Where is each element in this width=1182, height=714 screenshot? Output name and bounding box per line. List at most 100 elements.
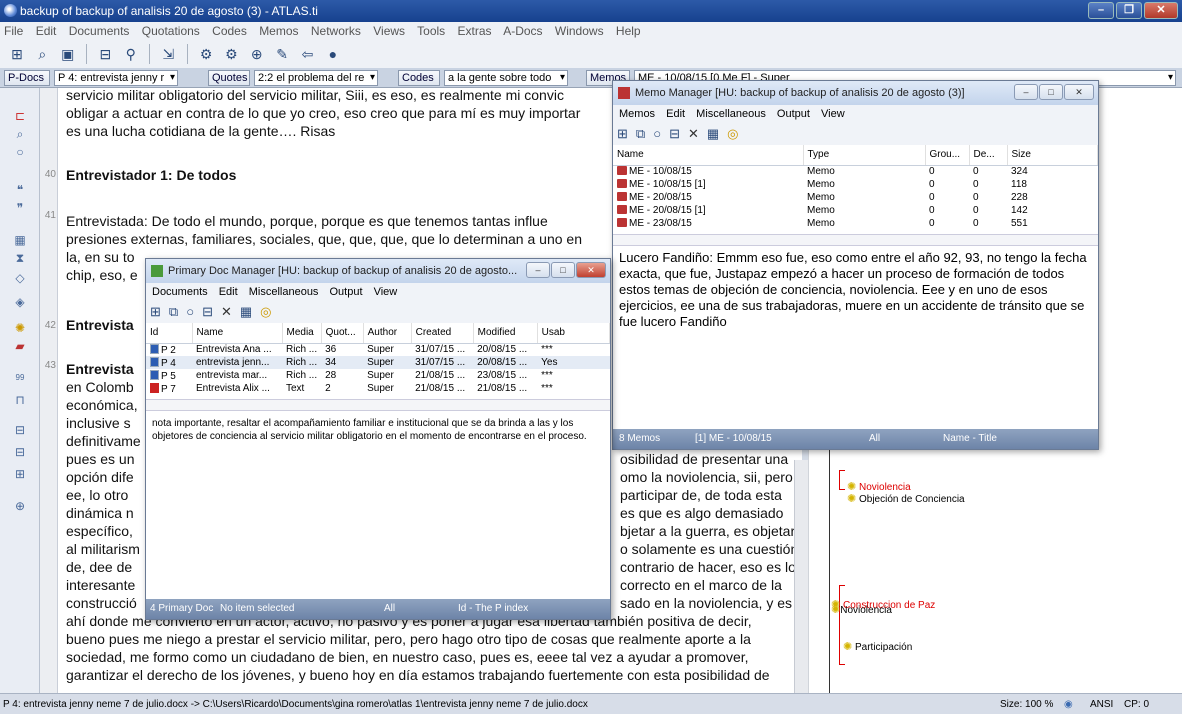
split-icon[interactable]: ⊞ — [12, 466, 28, 482]
close-button[interactable]: ✕ — [576, 262, 606, 278]
import-icon[interactable]: ⇲ — [157, 43, 179, 65]
codes-dropdown[interactable]: a la gente sobre todo — [444, 70, 568, 86]
column-header[interactable]: Created — [411, 323, 474, 344]
column-header[interactable]: Name — [613, 145, 804, 166]
code-in-vivo-icon[interactable]: ◇ — [12, 270, 28, 286]
menu-networks[interactable]: Networks — [311, 24, 361, 38]
column-header[interactable]: Size — [1007, 145, 1098, 166]
export-xml-icon[interactable]: ⊕ — [246, 43, 268, 65]
table-row[interactable]: P 7 Entrevista Alix ... Text 2 Super 21/08/15… — [146, 382, 610, 395]
link-icon[interactable]: ⊓ — [12, 392, 28, 408]
pdocs-button[interactable]: P-Docs — [4, 70, 50, 86]
copy-icon[interactable]: ⧉ — [169, 304, 178, 319]
find-icon[interactable]: ⚲ — [120, 43, 142, 65]
memo-text[interactable]: Lucero Fandiño: Emmm eso fue, eso como e… — [613, 246, 1098, 370]
pdoc-comment[interactable]: nota importante, resaltar el acompañamie… — [146, 415, 610, 565]
menu-edit[interactable]: Edit — [36, 24, 57, 38]
table-row[interactable]: ME - 23/08/15 Memo 0 0 551 — [613, 217, 1098, 230]
menu-views[interactable]: Views — [373, 24, 405, 38]
memo-table-scrollbar[interactable] — [613, 234, 1098, 246]
table-row[interactable]: P 4 entrevista jenn... Rich ... 34 Super 31/0… — [146, 356, 610, 369]
save-icon[interactable]: ▣ — [57, 43, 79, 65]
copy-icon[interactable]: ⧉ — [636, 126, 645, 141]
maximize-button[interactable]: □ — [551, 262, 575, 278]
menu-edit[interactable]: Edit — [219, 286, 238, 298]
menu-extras[interactable]: Extras — [458, 24, 492, 38]
column-header[interactable]: Author — [363, 323, 412, 344]
menu-edit[interactable]: Edit — [666, 108, 685, 120]
close-button[interactable]: ✕ — [1144, 2, 1178, 19]
number-icon[interactable]: 99 — [12, 370, 28, 386]
pdocs-dropdown[interactable]: P 4: entrevista jenny r — [54, 70, 178, 86]
menu-file[interactable]: File — [4, 24, 23, 38]
table-row[interactable]: ME - 20/08/15 [1] Memo 0 0 142 — [613, 204, 1098, 217]
table-row[interactable]: ME - 10/08/15 Memo 0 0 324 — [613, 165, 1098, 178]
table-row[interactable]: P 5 entrevista mar... Rich ... 28 Super 21/08… — [146, 369, 610, 382]
menu-view[interactable]: View — [821, 108, 845, 120]
column-header[interactable]: Quot... — [321, 323, 364, 344]
delete-icon[interactable]: ✕ — [688, 126, 699, 141]
menu-documents[interactable]: Documents — [69, 24, 130, 38]
pdoc-manager-title-bar[interactable]: Primary Doc Manager [HU: backup of backu… — [146, 259, 610, 283]
code-noviolencia-2[interactable]: ✺Noviolencia — [831, 603, 892, 616]
document-scrollbar[interactable] — [794, 460, 808, 693]
table-row[interactable]: ME - 20/08/15 Memo 0 0 228 — [613, 191, 1098, 204]
menu-memos[interactable]: Memos — [619, 108, 655, 120]
column-header[interactable]: Grou... — [925, 145, 970, 166]
menu-output[interactable]: Output — [330, 286, 363, 298]
column-header[interactable]: Name — [192, 323, 283, 344]
menu-codes[interactable]: Codes — [212, 24, 247, 38]
menu-miscellaneous[interactable]: Miscellaneous — [696, 108, 766, 120]
highlight-icon[interactable]: ◎ — [260, 304, 271, 319]
menu-view[interactable]: View — [374, 286, 398, 298]
new-doc-icon[interactable]: ⊞ — [150, 304, 161, 319]
network-icon[interactable]: ⚙ — [195, 43, 217, 65]
layout-icon[interactable]: ⊟ — [12, 422, 28, 438]
menu-memos[interactable]: Memos — [259, 24, 298, 38]
comment-icon[interactable]: ○ — [653, 126, 661, 141]
filter-icon[interactable]: ⧗ — [12, 250, 28, 266]
open-icon[interactable]: ⌕ — [31, 43, 53, 65]
network-view-icon[interactable]: ⚙ — [220, 43, 242, 65]
column-header[interactable]: Type — [803, 145, 926, 166]
delete-icon[interactable]: ✕ — [221, 304, 232, 319]
bomb-icon[interactable]: ● — [322, 43, 344, 65]
pen-icon[interactable]: ✎ — [271, 43, 293, 65]
comment-icon[interactable]: ○ — [186, 304, 194, 319]
quick-code-icon[interactable]: ✺ — [12, 320, 28, 336]
assign-icon[interactable]: ⊟ — [202, 304, 213, 319]
assign-documents-icon[interactable]: ⊟ — [94, 43, 116, 65]
quotes-dropdown[interactable]: 2:2 el problema del re — [254, 70, 378, 86]
create-quotation-icon[interactable]: ⊏ — [12, 108, 28, 124]
minimize-button[interactable]: – — [1088, 2, 1114, 19]
menu-help[interactable]: Help — [616, 24, 641, 38]
memo-icon[interactable]: ▰ — [12, 338, 28, 354]
zoom-in-icon[interactable]: ⊕ — [12, 498, 28, 514]
restore-button[interactable]: ❐ — [1116, 2, 1142, 19]
code-quote-icon[interactable]: ❞ — [12, 200, 28, 216]
menu-miscellaneous[interactable]: Miscellaneous — [249, 286, 319, 298]
menu-quotations[interactable]: Quotations — [142, 24, 200, 38]
memo-manager-title-bar[interactable]: Memo Manager [HU: backup of backup of an… — [613, 81, 1098, 105]
comment-icon[interactable]: ○ — [12, 144, 28, 160]
back-icon[interactable]: ⇦ — [296, 43, 318, 65]
code-objecion[interactable]: ✺ Objeción de Conciencia — [847, 492, 965, 505]
table-row[interactable]: P 2 Entrevista Ana ... Rich ... 36 Super 31/0… — [146, 343, 610, 356]
table-row[interactable]: ME - 10/08/15 [1] Memo 0 0 118 — [613, 178, 1098, 191]
view-icon[interactable]: ▦ — [707, 126, 719, 141]
column-header[interactable]: Media — [282, 323, 322, 344]
minimize-button[interactable]: – — [1014, 84, 1038, 100]
code-list-icon[interactable]: ▦ — [12, 232, 28, 248]
column-header[interactable]: De... — [969, 145, 1008, 166]
menu-tools[interactable]: Tools — [417, 24, 445, 38]
column-header[interactable]: Usab — [537, 323, 611, 344]
pdoc-table-scrollbar[interactable] — [146, 399, 610, 411]
column-header[interactable]: Id — [146, 323, 193, 344]
quotes-button[interactable]: Quotes — [208, 70, 250, 86]
code-participacion[interactable]: ✺ Participación — [843, 640, 912, 653]
close-button[interactable]: ✕ — [1064, 84, 1094, 100]
menu-windows[interactable]: Windows — [555, 24, 604, 38]
assign-icon[interactable]: ⊟ — [669, 126, 680, 141]
view-icon[interactable]: ▦ — [240, 304, 252, 319]
code-by-list-icon[interactable]: ◈ — [12, 294, 28, 310]
